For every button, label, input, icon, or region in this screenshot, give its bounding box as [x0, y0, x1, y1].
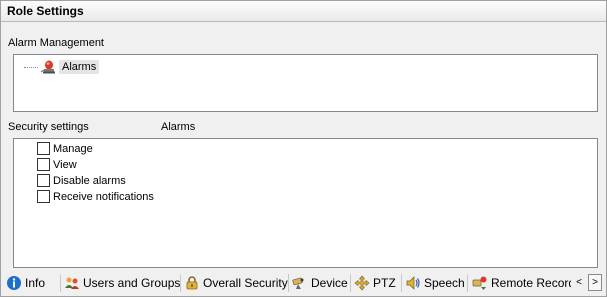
tree-connector	[24, 66, 38, 68]
disable-alarms-checkbox[interactable]	[37, 174, 50, 187]
alarm-siren-icon	[40, 60, 55, 74]
security-settings-list: Manage View Disable alarms Receive notif…	[13, 138, 598, 268]
tab-strip: Info Users and Groups Overall Security D…	[1, 272, 606, 296]
remote-recording-icon	[472, 276, 487, 290]
tab-info-label: Info	[25, 276, 46, 290]
tab-users-and-groups-label: Users and Groups	[83, 276, 181, 290]
tab-users-and-groups[interactable]: Users and Groups	[61, 274, 181, 292]
manage-label: Manage	[53, 142, 93, 155]
permission-disable-alarms[interactable]: Disable alarms	[37, 173, 126, 188]
manage-checkbox[interactable]	[37, 142, 50, 155]
tab-device[interactable]: Device	[289, 274, 351, 292]
receive-notifications-checkbox[interactable]	[37, 190, 50, 203]
tab-scroll-right-button[interactable]: >	[588, 274, 602, 291]
alarm-management-tree[interactable]: Alarms	[13, 54, 598, 112]
permission-manage[interactable]: Manage	[37, 141, 93, 156]
permission-receive-notifications[interactable]: Receive notifications	[37, 189, 154, 204]
speaker-icon	[406, 276, 420, 290]
title-bar: Role Settings	[1, 1, 606, 22]
tab-info[interactable]: Info	[3, 274, 61, 292]
tab-ptz[interactable]: PTZ	[351, 274, 402, 292]
tab-remote-recordings[interactable]: Remote Recordings	[469, 274, 571, 292]
view-label: View	[53, 158, 77, 171]
tab-overall-security[interactable]: Overall Security	[181, 274, 289, 292]
tab-speech[interactable]: Speech	[402, 274, 468, 292]
permission-view[interactable]: View	[37, 157, 77, 172]
tab-ptz-label: PTZ	[373, 276, 396, 290]
security-context-label: Alarms	[161, 121, 196, 133]
tab-speech-label: Speech	[424, 276, 465, 290]
tab-remote-recordings-label: Remote Recordings	[491, 276, 571, 290]
ptz-arrows-icon	[354, 275, 370, 291]
camera-icon	[292, 277, 304, 289]
alarm-management-label: Alarm Management	[8, 37, 104, 49]
info-icon	[7, 276, 21, 290]
receive-notifications-label: Receive notifications	[53, 190, 154, 203]
tab-device-label: Device	[311, 276, 348, 290]
tree-item-label: Alarms	[59, 60, 100, 74]
view-checkbox[interactable]	[37, 158, 50, 171]
security-settings-label: Security settings	[8, 121, 89, 133]
users-groups-icon	[65, 277, 79, 289]
padlock-icon	[186, 276, 198, 290]
tab-overall-security-label: Overall Security	[203, 276, 288, 290]
tree-item-alarms[interactable]: Alarms	[24, 59, 100, 75]
role-settings-window: Role Settings Alarm Management Alarms Se…	[0, 0, 607, 297]
window-title: Role Settings	[7, 4, 84, 18]
tab-scroll-left-button[interactable]: <	[572, 274, 586, 291]
disable-alarms-label: Disable alarms	[53, 174, 126, 187]
